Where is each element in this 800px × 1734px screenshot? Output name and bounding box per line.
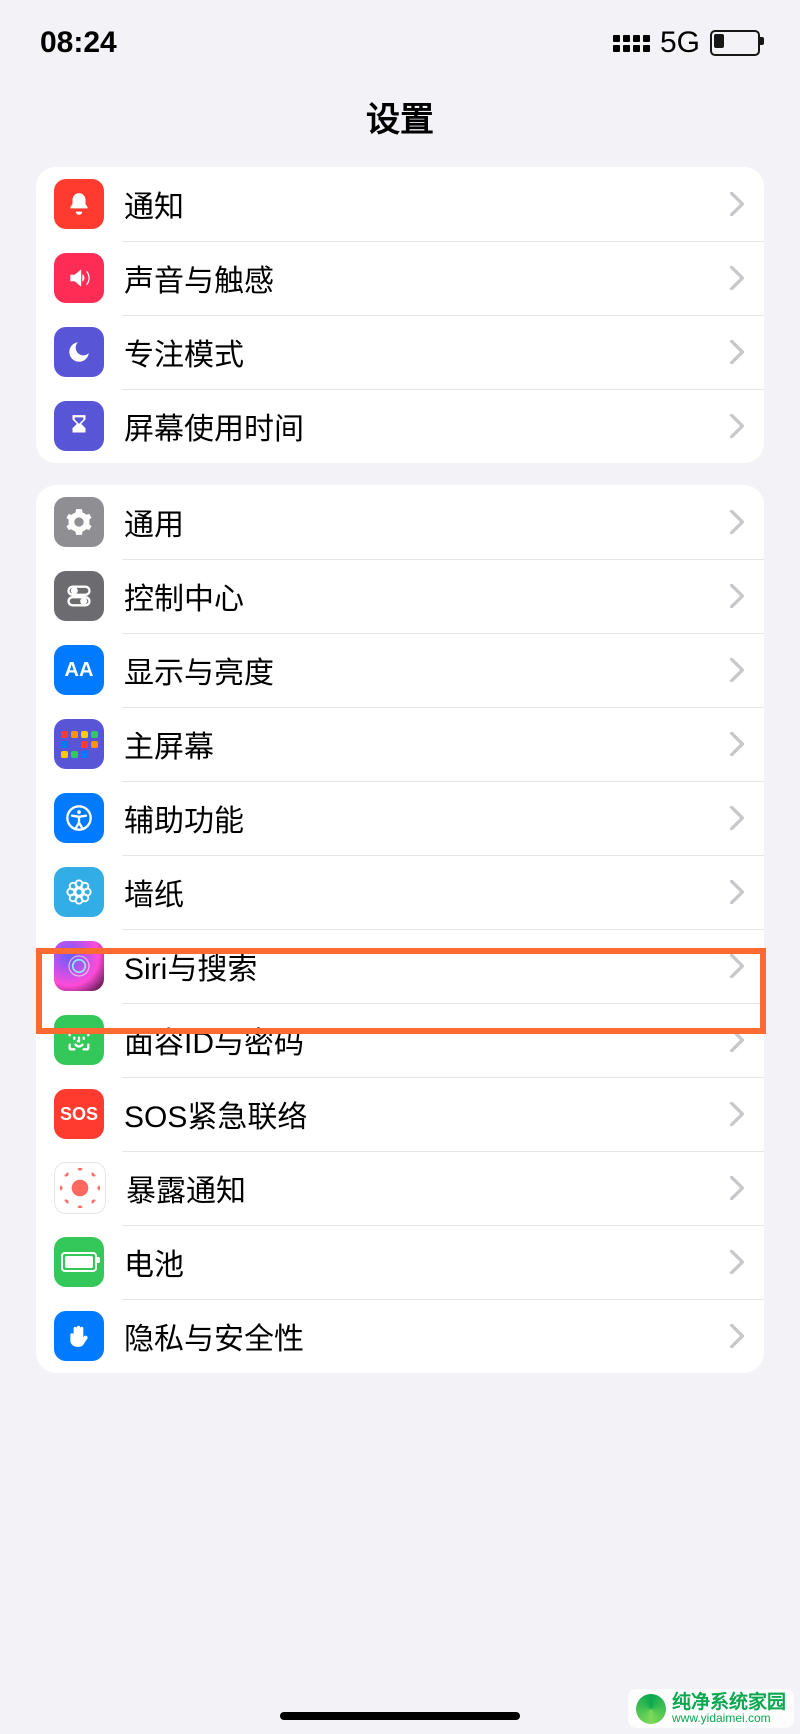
row-label: 屏幕使用时间 [124, 404, 730, 448]
row-exposure[interactable]: 暴露通知 [36, 1151, 764, 1225]
row-label: 通用 [124, 500, 730, 544]
cellular-strength-icon [613, 35, 650, 52]
sos-icon: SOS [54, 1089, 104, 1139]
home-indicator[interactable] [280, 1712, 520, 1720]
row-label: 通知 [124, 182, 730, 226]
row-label: SOS紧急联络 [124, 1092, 730, 1136]
siri-icon [54, 941, 104, 991]
hourglass-icon [54, 401, 104, 451]
moon-icon [54, 327, 104, 377]
chevron-right-icon [730, 510, 744, 534]
row-notifications[interactable]: 通知 [36, 167, 764, 241]
page-title: 设置 [0, 92, 800, 141]
chevron-right-icon [730, 584, 744, 608]
bell-icon [54, 179, 104, 229]
row-label: 隐私与安全性 [124, 1314, 730, 1358]
row-homescreen[interactable]: 主屏幕 [36, 707, 764, 781]
battery-full-icon [54, 1237, 104, 1287]
settings-group: 通知 声音与触感 专注模式 屏幕使用时间 [36, 167, 764, 463]
accessibility-icon [54, 793, 104, 843]
row-wallpaper[interactable]: 墙纸 [36, 855, 764, 929]
chevron-right-icon [730, 414, 744, 438]
gear-icon [54, 497, 104, 547]
row-label: 主屏幕 [124, 722, 730, 766]
chevron-right-icon [730, 1176, 744, 1200]
network-label: 5G [660, 26, 700, 60]
row-label: 控制中心 [124, 574, 730, 618]
row-screentime[interactable]: 屏幕使用时间 [36, 389, 764, 463]
chevron-right-icon [730, 732, 744, 756]
row-label: 墙纸 [124, 870, 730, 914]
exposure-icon [54, 1162, 106, 1214]
chevron-right-icon [730, 192, 744, 216]
chevron-right-icon [730, 954, 744, 978]
battery-icon [710, 30, 760, 56]
hand-icon [54, 1311, 104, 1361]
chevron-right-icon [730, 658, 744, 682]
row-label: Siri与搜索 [124, 944, 730, 988]
row-label: 显示与亮度 [124, 648, 730, 692]
row-label: 暴露通知 [126, 1166, 730, 1210]
row-battery[interactable]: 电池 [36, 1225, 764, 1299]
text-size-icon: AA [54, 645, 104, 695]
watermark-text: 纯净系统家园 [672, 1693, 786, 1712]
row-accessibility[interactable]: 辅助功能 [36, 781, 764, 855]
status-bar: 08:24 5G [0, 0, 800, 70]
face-id-icon [54, 1015, 104, 1065]
row-label: 声音与触感 [124, 256, 730, 300]
watermark-url: www.yidaimei.com [672, 1712, 786, 1724]
chevron-right-icon [730, 340, 744, 364]
flower-icon [54, 867, 104, 917]
row-sounds[interactable]: 声音与触感 [36, 241, 764, 315]
chevron-right-icon [730, 1028, 744, 1052]
app-grid-icon [54, 719, 104, 769]
chevron-right-icon [730, 1250, 744, 1274]
row-label: 专注模式 [124, 330, 730, 374]
chevron-right-icon [730, 880, 744, 904]
settings-group: 通用 控制中心 AA 显示与亮度 主屏幕 辅助功能 墙纸 [36, 485, 764, 1373]
row-label: 辅助功能 [124, 796, 730, 840]
row-label: 电池 [124, 1240, 730, 1284]
row-controlcenter[interactable]: 控制中心 [36, 559, 764, 633]
row-sos[interactable]: SOS SOS紧急联络 [36, 1077, 764, 1151]
chevron-right-icon [730, 266, 744, 290]
row-display[interactable]: AA 显示与亮度 [36, 633, 764, 707]
row-focus[interactable]: 专注模式 [36, 315, 764, 389]
row-general[interactable]: 通用 [36, 485, 764, 559]
row-siri[interactable]: Siri与搜索 [36, 929, 764, 1003]
row-privacy[interactable]: 隐私与安全性 [36, 1299, 764, 1373]
chevron-right-icon [730, 1102, 744, 1126]
watermark-icon [636, 1694, 666, 1724]
chevron-right-icon [730, 806, 744, 830]
row-faceid[interactable]: 面容ID与密码 [36, 1003, 764, 1077]
chevron-right-icon [730, 1324, 744, 1348]
watermark: 纯净系统家园 www.yidaimei.com [628, 1689, 794, 1728]
status-time: 08:24 [40, 26, 117, 60]
speaker-icon [54, 253, 104, 303]
row-label: 面容ID与密码 [124, 1018, 730, 1062]
toggles-icon [54, 571, 104, 621]
